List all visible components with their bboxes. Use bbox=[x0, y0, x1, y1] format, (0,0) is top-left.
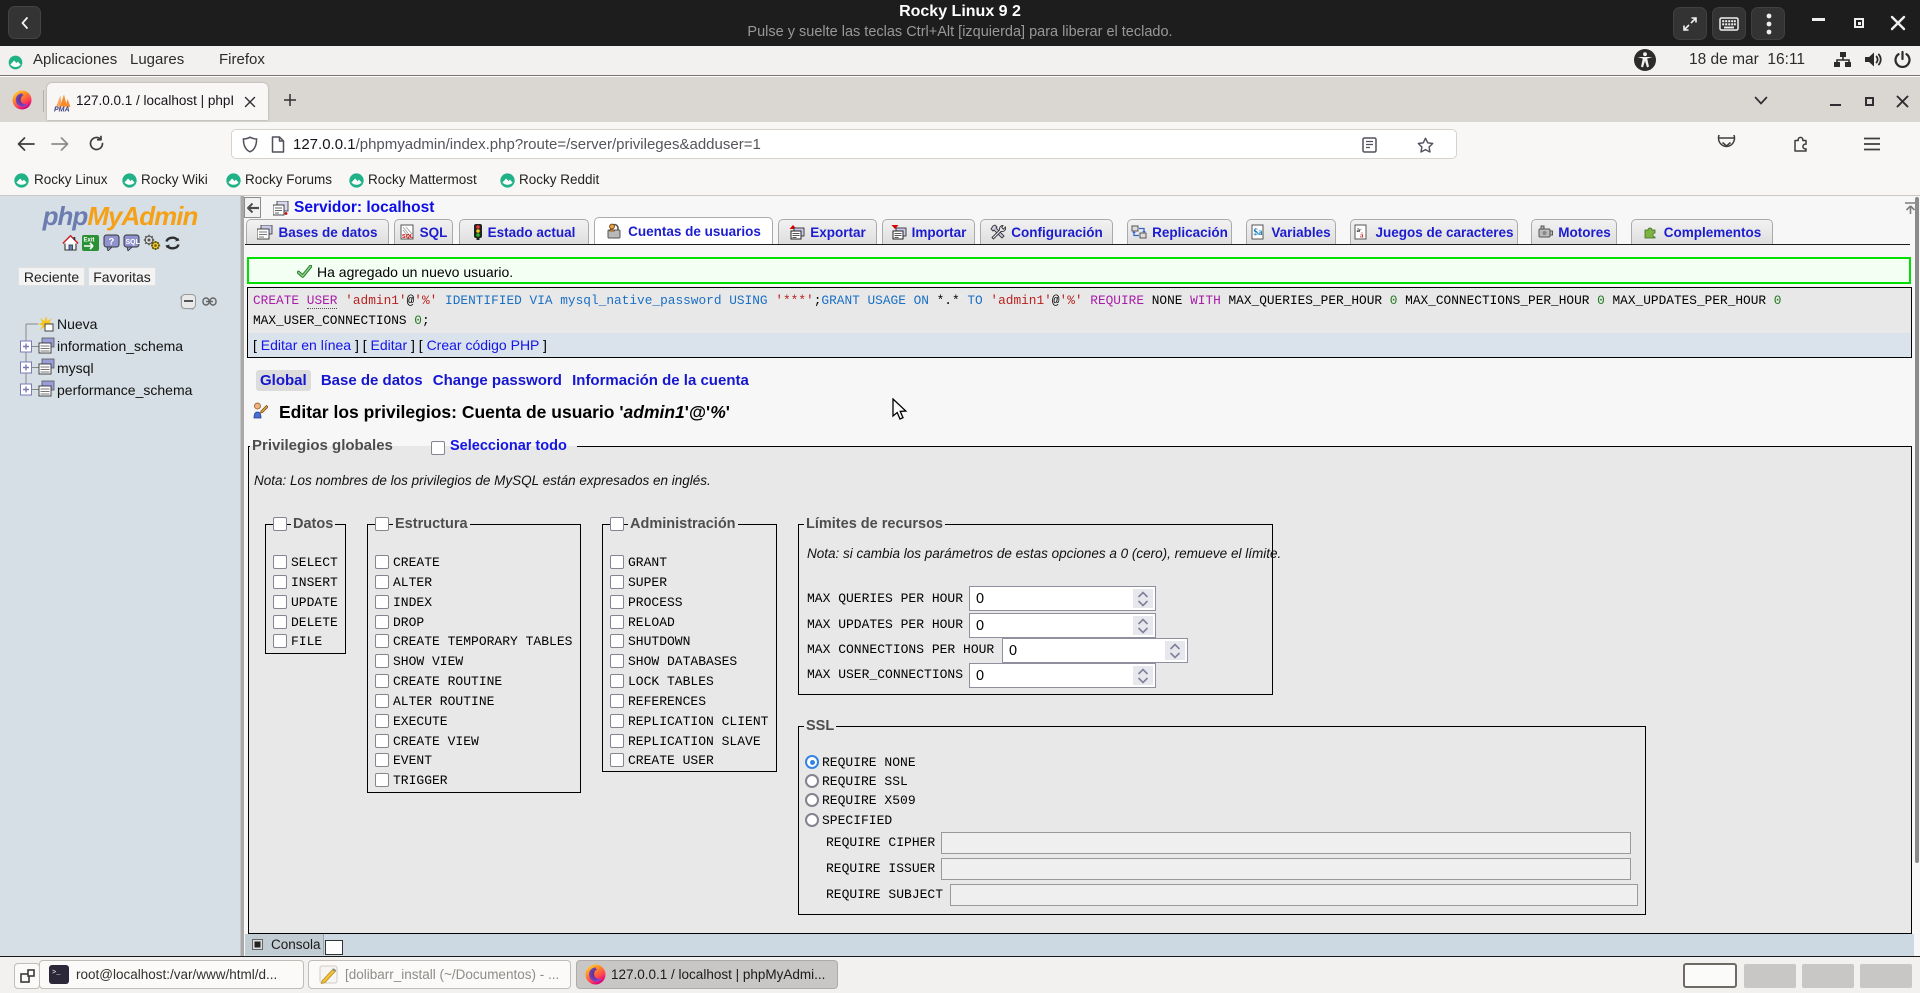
svg-text:PMA: PMA bbox=[54, 107, 70, 113]
svg-text:>_: >_ bbox=[52, 969, 61, 977]
svg-text:SQL: SQL bbox=[126, 239, 141, 246]
svg-text:?: ? bbox=[109, 237, 115, 248]
svg-text:$a: $a bbox=[1254, 227, 1264, 237]
svg-text:Exit: Exit bbox=[84, 238, 95, 244]
svg-text:ä: ä bbox=[1360, 232, 1364, 240]
svg-text:SQL: SQL bbox=[402, 234, 414, 240]
